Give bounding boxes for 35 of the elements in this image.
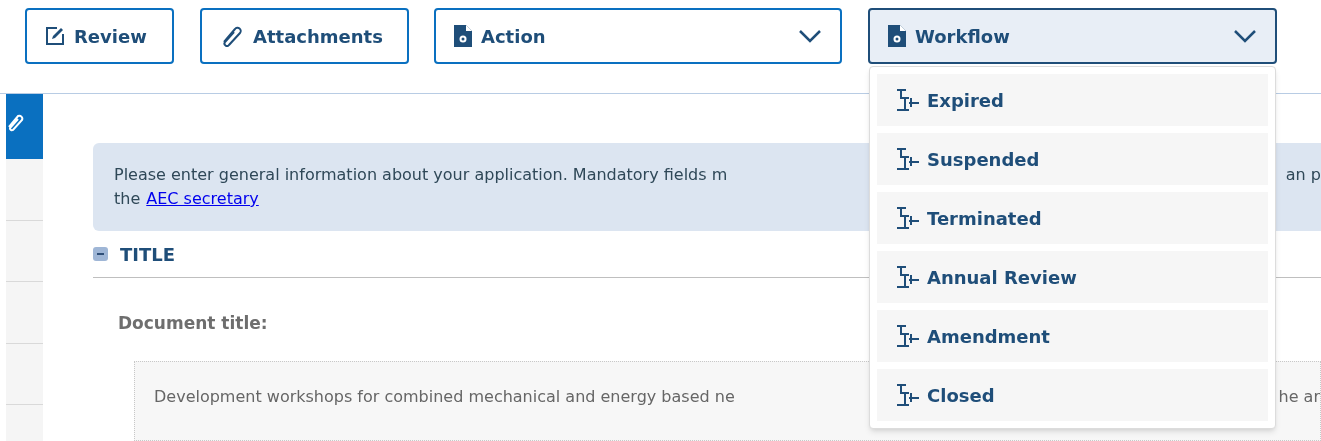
menu-item[interactable]: Expired bbox=[877, 74, 1268, 126]
collapse-icon[interactable] bbox=[93, 247, 108, 261]
workflow-icon bbox=[897, 384, 919, 406]
menu-item[interactable]: Terminated bbox=[877, 192, 1268, 244]
workflow-icon bbox=[897, 148, 919, 170]
menu-item[interactable]: Amendment bbox=[877, 310, 1268, 362]
sidebar-item[interactable] bbox=[6, 221, 43, 282]
toolbar-button[interactable]: Attachments bbox=[200, 8, 409, 64]
menu-item[interactable]: Closed bbox=[877, 369, 1268, 421]
info-text: the bbox=[114, 188, 141, 210]
sidebar-item[interactable] bbox=[6, 344, 43, 405]
sidebar-item[interactable] bbox=[6, 282, 43, 344]
field-label: Document title: bbox=[118, 313, 268, 333]
workflow-icon bbox=[897, 89, 919, 111]
edit-icon bbox=[45, 26, 65, 46]
file-gear-icon bbox=[454, 25, 472, 47]
paperclip-icon bbox=[220, 25, 244, 47]
chevron-down-icon bbox=[798, 29, 822, 43]
info-text: Please enter general information about your application. Mandatory fields m bbox=[114, 164, 728, 186]
toolbar-button[interactable]: Review bbox=[25, 8, 174, 64]
info-text: an p bbox=[1285, 164, 1321, 186]
sidebar-item[interactable] bbox=[6, 405, 43, 441]
file-gear-icon bbox=[888, 25, 906, 47]
section-title: TITLE bbox=[120, 242, 176, 267]
secretary-link[interactable]: AEC secretary bbox=[146, 187, 259, 211]
workflow-icon bbox=[897, 266, 919, 288]
workflow-icon bbox=[897, 325, 919, 347]
dropdown-button[interactable]: Action bbox=[434, 8, 842, 64]
menu-item[interactable]: Annual Review bbox=[877, 251, 1268, 303]
menu-item[interactable]: Suspended bbox=[877, 133, 1268, 185]
dropdown-button[interactable]: Workflow bbox=[868, 8, 1277, 64]
paperclip-icon bbox=[6, 112, 24, 134]
attachments-tab[interactable] bbox=[6, 94, 43, 159]
chevron-down-icon bbox=[1233, 29, 1257, 43]
workflow-icon bbox=[897, 207, 919, 229]
